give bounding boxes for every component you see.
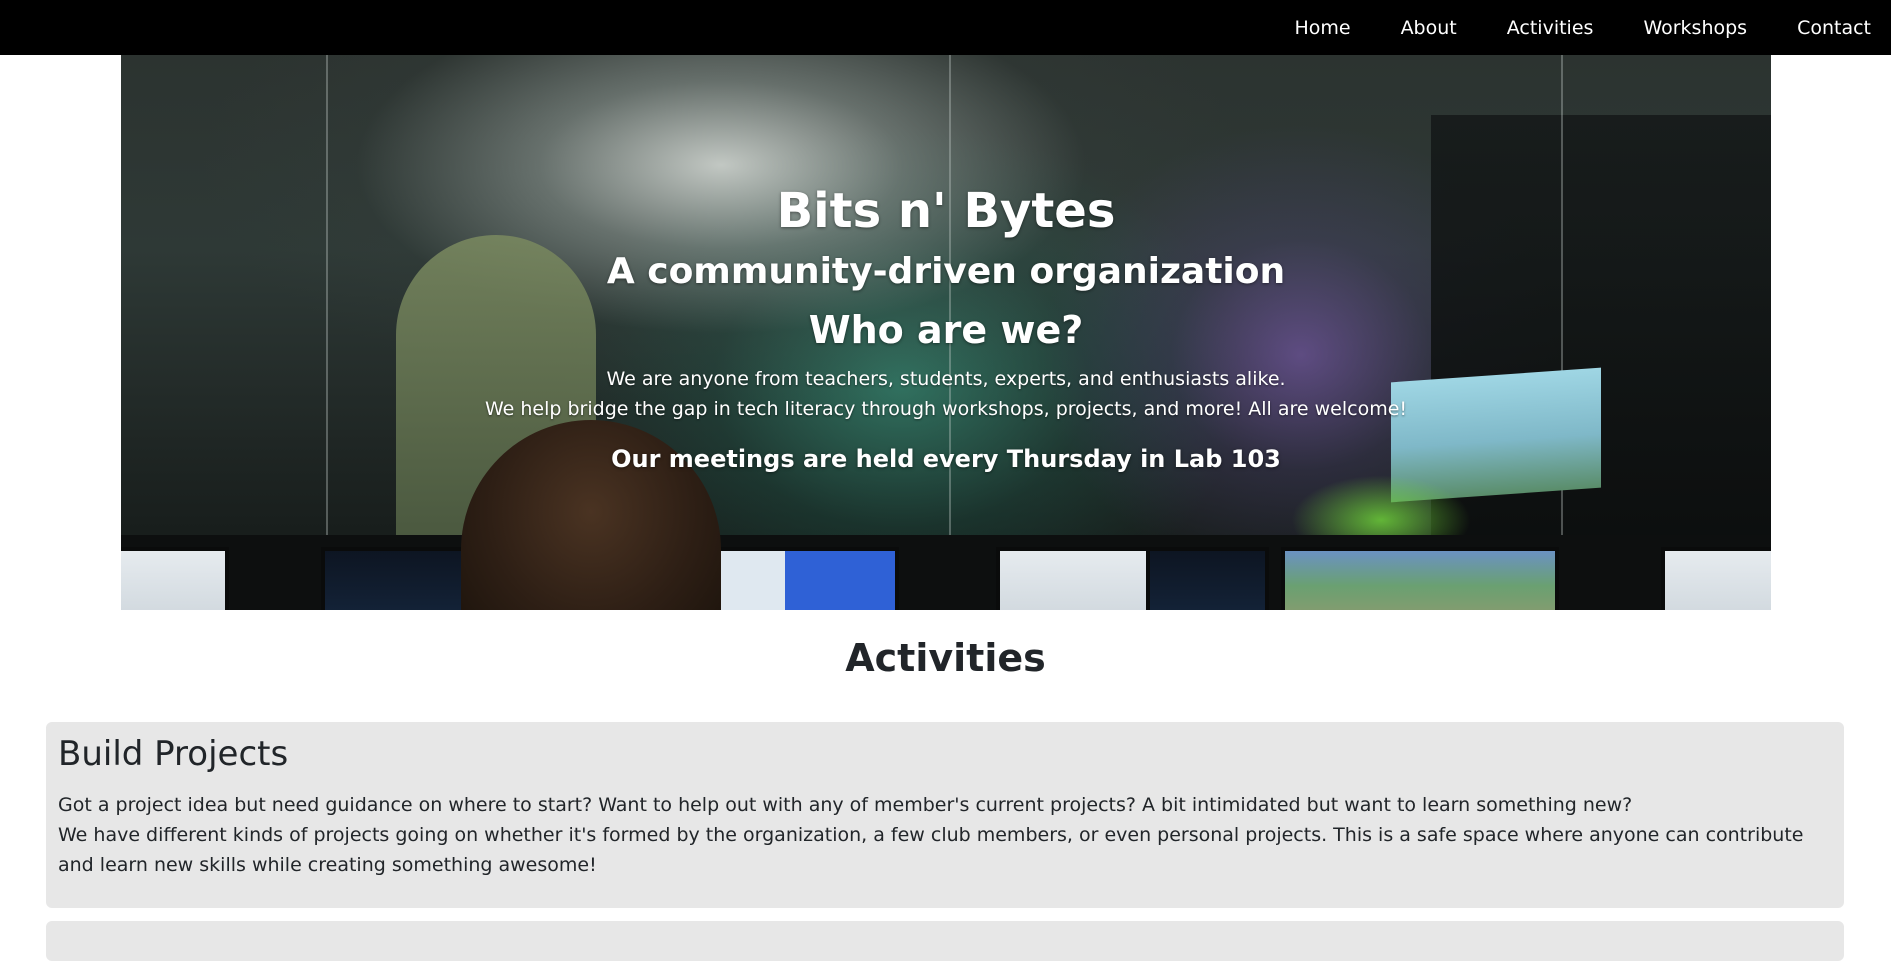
activities-heading: Activities: [845, 636, 1046, 680]
hero-title: Bits n' Bytes: [776, 183, 1116, 239]
nav-link-activities[interactable]: Activities: [1507, 17, 1594, 39]
hero-content: Bits n' Bytes A community-driven organiz…: [121, 55, 1771, 610]
nav-link-workshops[interactable]: Workshops: [1643, 17, 1747, 39]
activity-card-text: Got a project idea but need guidance on …: [58, 790, 1818, 880]
nav-link-about[interactable]: About: [1401, 17, 1457, 39]
nav-list: Home About Activities Workshops Contact: [1244, 0, 1871, 55]
hero-banner: Bits n' Bytes A community-driven organiz…: [121, 55, 1771, 610]
activity-card-line: Got a project idea but need guidance on …: [58, 794, 1633, 816]
activity-card-line: We have different kinds of projects goin…: [58, 824, 1804, 876]
top-navbar: Home About Activities Workshops Contact: [0, 0, 1891, 55]
activity-card: [46, 921, 1844, 961]
nav-link-contact[interactable]: Contact: [1797, 17, 1871, 39]
activity-card: Build Projects Got a project idea but ne…: [46, 722, 1844, 908]
hero-description-line: We help bridge the gap in tech literacy …: [484, 398, 1408, 420]
hero-subtitle: A community-driven organization: [606, 251, 1286, 292]
nav-link-home[interactable]: Home: [1294, 17, 1350, 39]
hero-description-line: We are anyone from teachers, students, e…: [606, 368, 1286, 390]
hero-question: Who are we?: [808, 308, 1084, 352]
activity-card-title: Build Projects: [58, 734, 289, 774]
hero-meeting-info: Our meetings are held every Thursday in …: [611, 445, 1281, 473]
